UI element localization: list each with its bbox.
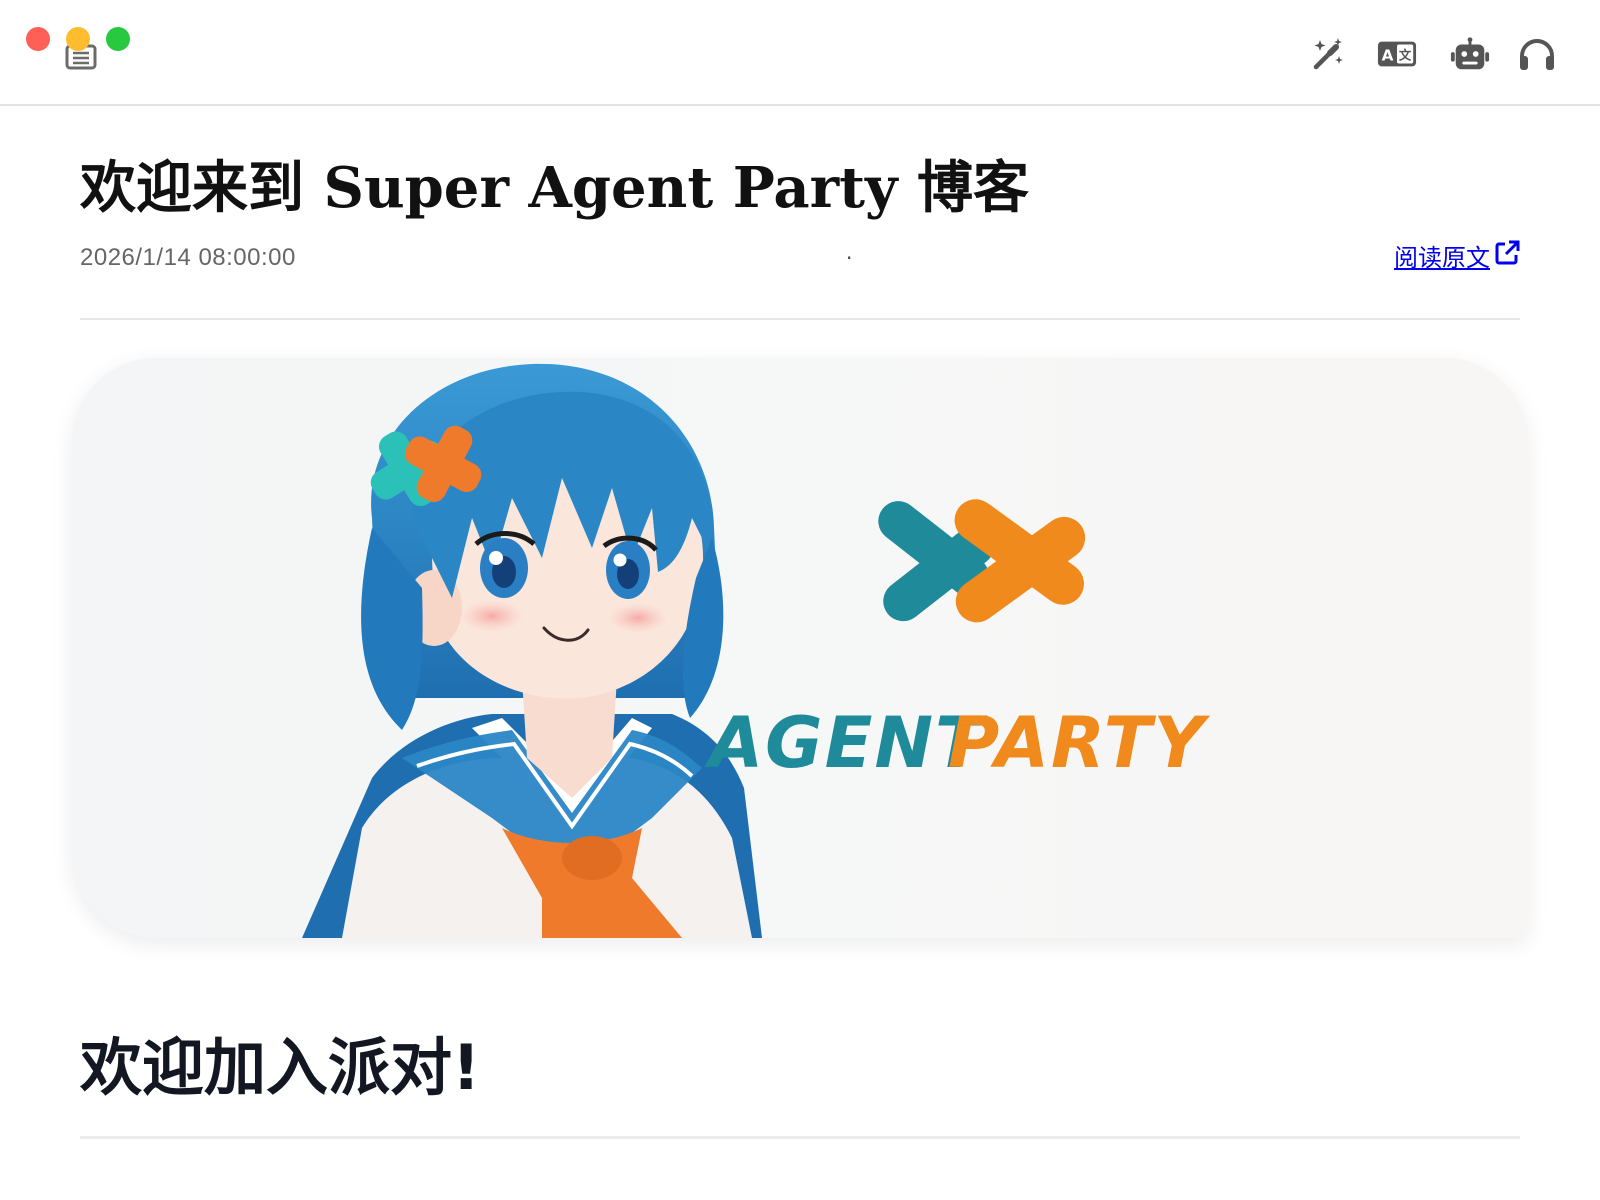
article-title: 欢迎来到 Super Agent Party 博客 bbox=[80, 155, 1030, 221]
read-original-link[interactable]: 阅读原文 bbox=[1394, 240, 1520, 276]
window-close-button[interactable] bbox=[26, 27, 50, 51]
article-meta: 2026/1/14 08:00:00 · 阅读原文 bbox=[80, 240, 1520, 276]
publish-date: 2026/1/14 08:00:00 bbox=[80, 244, 296, 271]
titlebar: A 文 bbox=[0, 0, 1600, 106]
read-original-label: 阅读原文 bbox=[1394, 244, 1490, 272]
window-maximize-button[interactable] bbox=[106, 27, 130, 51]
svg-text:文: 文 bbox=[1399, 48, 1412, 63]
section-divider bbox=[80, 1136, 1520, 1139]
app-window: A 文 欢迎来到 Super Agent Party 博客 2026/1/14 … bbox=[0, 0, 1600, 1200]
magic-wand-icon[interactable] bbox=[1308, 34, 1348, 74]
headphones-icon[interactable] bbox=[1517, 34, 1557, 74]
meta-separator: · bbox=[846, 246, 853, 270]
header-divider bbox=[80, 318, 1520, 320]
section-heading: 欢迎加入派对! bbox=[80, 1031, 481, 1104]
external-link-icon bbox=[1494, 240, 1520, 276]
translate-icon[interactable]: A 文 bbox=[1377, 34, 1417, 74]
logo-text-agent: AGENT bbox=[704, 702, 988, 784]
window-minimize-button[interactable] bbox=[66, 27, 90, 51]
hero-image: AGENT PARTY bbox=[72, 358, 1528, 938]
robot-icon[interactable] bbox=[1450, 34, 1490, 74]
svg-text:A: A bbox=[1382, 47, 1394, 65]
logo-text-party: PARTY bbox=[948, 702, 1211, 784]
